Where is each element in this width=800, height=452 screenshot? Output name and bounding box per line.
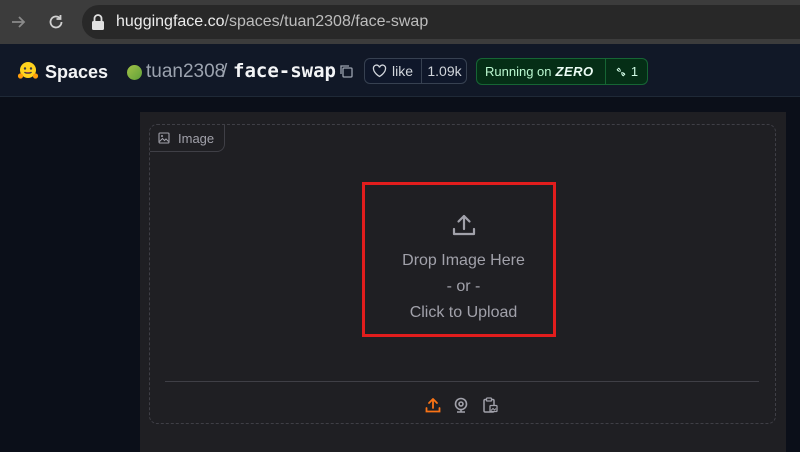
browser-toolbar: huggingface.co/spaces/tuan2308/face-swap: [0, 0, 800, 44]
like-toggle[interactable]: like: [365, 59, 421, 83]
clipboard-icon: [483, 397, 498, 413]
image-icon: [158, 132, 170, 144]
path-separator: /: [222, 61, 228, 82]
heart-icon: [372, 64, 387, 78]
hugging-face-logo-icon[interactable]: [17, 61, 39, 81]
image-label-text: Image: [178, 130, 215, 146]
source-upload-button[interactable]: [422, 394, 444, 416]
url-text: huggingface.co/spaces/tuan2308/face-swap: [116, 13, 428, 31]
source-webcam-button[interactable]: [450, 394, 472, 416]
status-count: 1: [630, 64, 639, 79]
like-count[interactable]: 1.09k: [421, 59, 467, 83]
source-divider: [165, 381, 759, 382]
like-label: like: [392, 63, 414, 79]
spaces-link[interactable]: Spaces: [45, 62, 108, 83]
highlight-annotation-box: [362, 182, 556, 337]
copy-icon[interactable]: [339, 64, 353, 78]
address-bar[interactable]: huggingface.co/spaces/tuan2308/face-swap: [82, 5, 800, 39]
fan-icon: [616, 67, 626, 76]
source-clipboard-button[interactable]: [479, 394, 501, 416]
reload-icon: [49, 15, 63, 29]
owner-link[interactable]: tuan2308: [146, 61, 225, 83]
upload-icon: [425, 398, 441, 413]
replica-count: 1: [605, 59, 647, 84]
status-hardware: ZERO: [555, 64, 594, 79]
image-input-label: Image: [150, 125, 226, 152]
repo-name-link[interactable]: face-swap: [233, 60, 336, 82]
space-avatar: [127, 65, 142, 80]
reload-button[interactable]: [44, 10, 68, 34]
like-button[interactable]: like 1.09k: [364, 58, 467, 84]
webcam-icon: [454, 397, 468, 413]
forward-button[interactable]: [6, 10, 30, 34]
running-status: Running on ZERO: [477, 59, 605, 84]
status-badge[interactable]: Running on ZERO 1: [476, 58, 648, 85]
arrow-right-icon: [12, 16, 26, 28]
url-host: huggingface.co: [116, 13, 225, 30]
url-path: /spaces/tuan2308/face-swap: [224, 13, 429, 30]
status-prefix: Running on: [485, 64, 552, 79]
lock-icon: [92, 14, 104, 30]
space-header: Spaces tuan2308 / face-swap like 1.09k R…: [0, 44, 800, 97]
